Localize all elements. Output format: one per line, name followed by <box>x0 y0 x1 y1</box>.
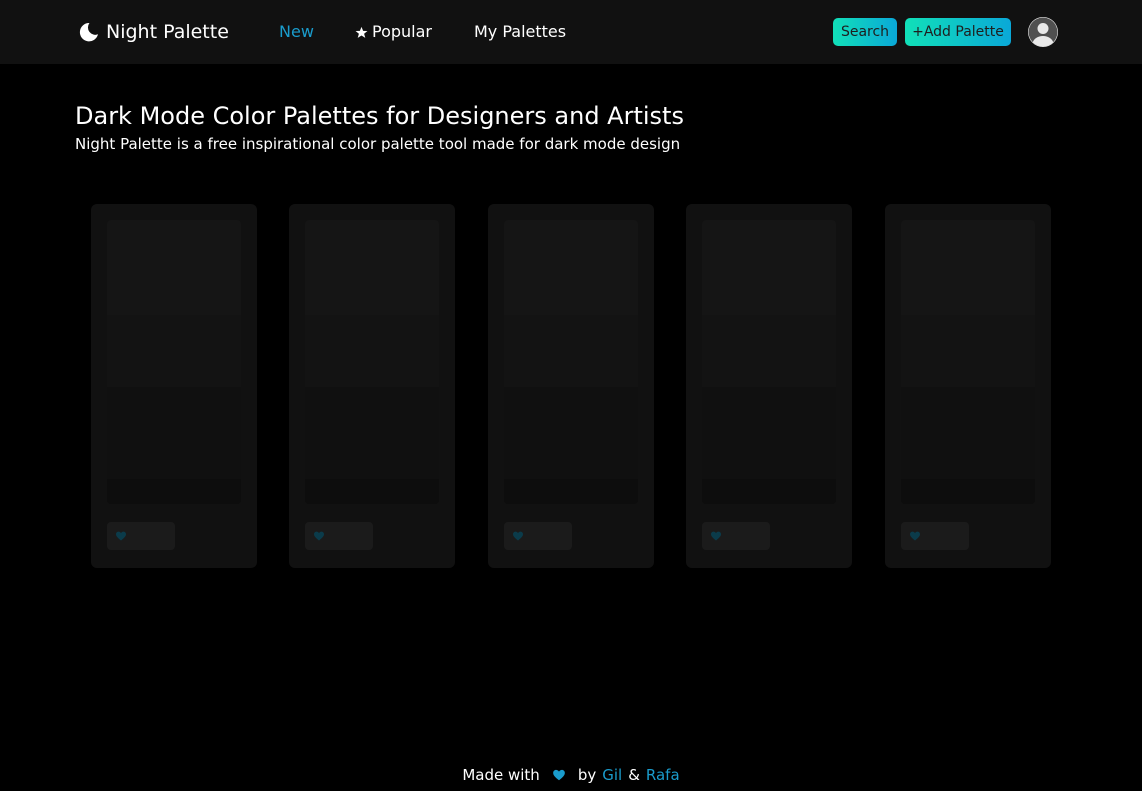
palette-card[interactable] <box>488 204 654 568</box>
moon-icon <box>79 23 98 42</box>
nav-popular-label: Popular <box>372 22 432 41</box>
palette-card[interactable] <box>289 204 455 568</box>
color-swatch[interactable] <box>702 387 836 479</box>
color-swatch[interactable] <box>901 479 1035 504</box>
footer-ampersand: & <box>628 766 640 784</box>
palette-card[interactable] <box>686 204 852 568</box>
brand-name: Night Palette <box>106 21 229 43</box>
color-swatch[interactable] <box>107 220 241 315</box>
add-palette-button-label: +Add Palette <box>912 24 1004 40</box>
nav-new[interactable]: New <box>279 20 314 44</box>
color-swatch[interactable] <box>901 387 1035 479</box>
color-swatch[interactable] <box>504 479 638 504</box>
color-swatch[interactable] <box>305 387 439 479</box>
page-title: Dark Mode Color Palettes for Designers a… <box>75 102 684 130</box>
color-swatch[interactable] <box>107 387 241 479</box>
search-button[interactable]: Search <box>833 18 897 46</box>
footer-made-with: Made with <box>462 766 540 784</box>
palette-swatches[interactable] <box>702 220 836 504</box>
like-button[interactable] <box>305 522 373 550</box>
navbar: Night Palette New Popular My Palettes Se… <box>0 0 1142 64</box>
color-swatch[interactable] <box>107 479 241 504</box>
color-swatch[interactable] <box>702 479 836 504</box>
nav-popular[interactable]: Popular <box>355 20 432 44</box>
color-swatch[interactable] <box>305 220 439 315</box>
brand-logo[interactable]: Night Palette <box>78 18 229 46</box>
add-palette-button[interactable]: +Add Palette <box>905 18 1011 46</box>
palette-card[interactable] <box>885 204 1051 568</box>
heart-icon <box>552 769 565 781</box>
color-swatch[interactable] <box>504 220 638 315</box>
color-swatch[interactable] <box>901 220 1035 315</box>
palette-card[interactable] <box>91 204 257 568</box>
page-subtitle: Night Palette is a free inspirational co… <box>75 135 681 153</box>
color-swatch[interactable] <box>702 220 836 315</box>
author-link-gil[interactable]: Gil <box>602 766 622 784</box>
palette-swatches[interactable] <box>504 220 638 504</box>
nav-new-label: New <box>279 22 314 41</box>
color-swatch[interactable] <box>305 479 439 504</box>
color-swatch[interactable] <box>305 315 439 387</box>
footer: Made with by Gil & Rafa <box>0 762 1142 788</box>
color-swatch[interactable] <box>702 315 836 387</box>
color-swatch[interactable] <box>504 387 638 479</box>
heart-icon <box>116 531 126 541</box>
heart-icon <box>314 531 324 541</box>
like-button[interactable] <box>107 522 175 550</box>
like-button[interactable] <box>901 522 969 550</box>
palette-swatches[interactable] <box>901 220 1035 504</box>
user-avatar-icon <box>1028 17 1058 47</box>
heart-icon <box>711 531 721 541</box>
heart-icon <box>513 531 523 541</box>
author-link-rafa[interactable]: Rafa <box>646 766 680 784</box>
like-button[interactable] <box>504 522 572 550</box>
palette-swatches[interactable] <box>107 220 241 504</box>
color-swatch[interactable] <box>901 315 1035 387</box>
avatar[interactable] <box>1027 16 1059 48</box>
palette-swatches[interactable] <box>305 220 439 504</box>
nav-my-palettes-label: My Palettes <box>474 22 567 41</box>
search-button-label: Search <box>840 24 890 40</box>
color-swatch[interactable] <box>107 315 241 387</box>
heart-icon <box>910 531 920 541</box>
color-swatch[interactable] <box>504 315 638 387</box>
footer-by: by <box>577 766 597 784</box>
star-icon <box>355 26 368 38</box>
like-button[interactable] <box>702 522 770 550</box>
nav-my-palettes[interactable]: My Palettes <box>474 20 566 44</box>
